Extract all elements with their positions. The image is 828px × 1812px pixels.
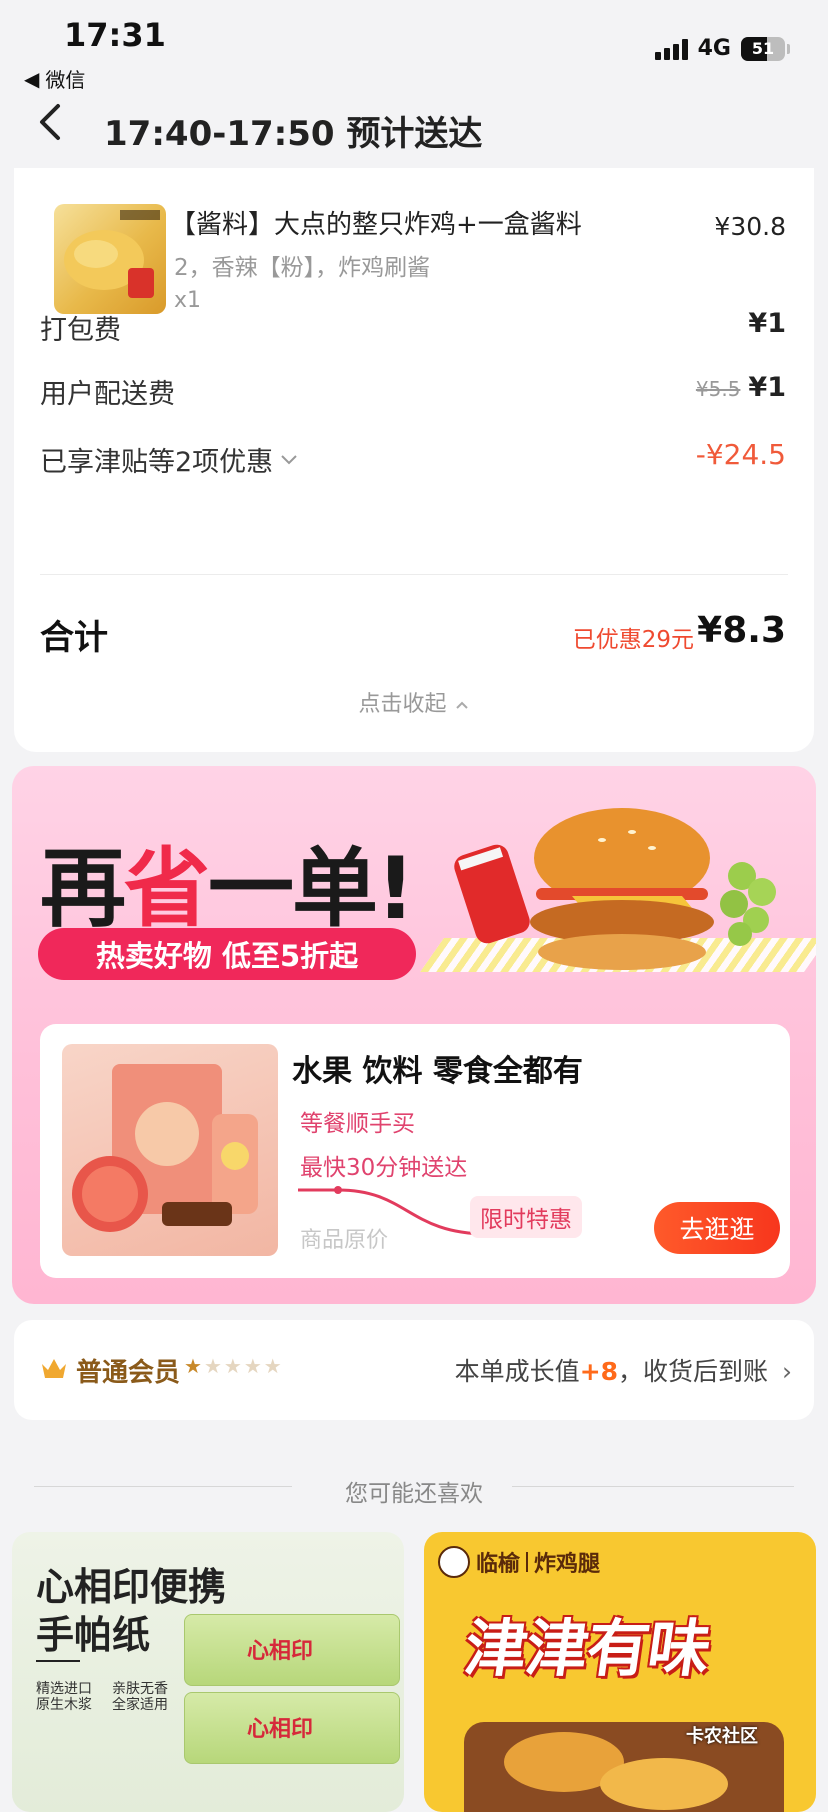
item-thumbnail[interactable] (54, 204, 166, 314)
brand-name: 临榆 (476, 1552, 521, 1577)
chevron-up-icon (455, 701, 468, 709)
delivery-actual-price: ¥1 (748, 372, 786, 403)
member-crown-icon (42, 1359, 66, 1378)
product-image[interactable] (62, 1044, 278, 1256)
brand-product: 炸鸡腿 (534, 1552, 601, 1577)
total-label: 合计 (40, 618, 108, 658)
growth-prefix: 本单成长值 (454, 1357, 580, 1386)
promo-pill: 热卖好物 低至5折起 (38, 928, 416, 980)
card-left-line1: 心相印便携 (36, 1565, 227, 1609)
back-app-label: 微信 (45, 68, 86, 92)
card-left-sub2: 原生木浆 (36, 1697, 92, 1713)
fried-chicken-illustration (464, 1722, 784, 1812)
network-label: 4G (697, 36, 731, 61)
recommend-card-tissue[interactable]: 心相印便携 手帕纸 精选进口 原生木浆 亲肤无香 全家适用 心相印 心相印 (12, 1532, 404, 1812)
star-filled-icon: ★ (184, 1354, 204, 1378)
growth-suffix: ，收货后到账 (618, 1357, 769, 1386)
chevron-right-icon: › (782, 1357, 792, 1386)
promo-title: 再省一单! (40, 818, 415, 943)
divider (40, 574, 788, 575)
brand-mascot-icon (438, 1546, 470, 1578)
tissue-brand-logo: 心相印 (247, 1639, 314, 1664)
promo-title-highlight: 省 (124, 839, 210, 939)
watermark: 卡农社区 (686, 1726, 758, 1747)
delivery-original-price: ¥5.5 (695, 377, 741, 401)
star-empty-icon: ★ (223, 1354, 244, 1378)
growth-info[interactable]: 本单成长值+8，收货后到账 › (455, 1352, 792, 1388)
order-summary-card: 【酱料】大点的整只炸鸡+一盒酱料 2，香辣【粉】，炸鸡刷酱 x1 ¥30.8 打… (14, 168, 814, 752)
collapse-label: 点击收起 (358, 692, 447, 717)
recommend-card-chicken[interactable]: 临榆 炸鸡腿 津津有味 (424, 1532, 816, 1812)
card-left-sub4: 全家适用 (112, 1697, 168, 1713)
card-left-rule (36, 1660, 80, 1662)
promo-title-part2: 一单! (208, 839, 415, 939)
collapse-button[interactable]: 点击收起 (14, 686, 814, 718)
recommend-title: 您可能还喜欢 (345, 1481, 483, 1507)
discount-label: 已享津贴等2项优惠 (40, 447, 274, 478)
growth-value: +8 (579, 1357, 619, 1386)
chevron-down-icon (281, 454, 297, 464)
promo-product-panel: 水果 饮料 零食全都有 等餐顺手买 最快30分钟送达 商品原价 限时特惠 去逛逛 (40, 1024, 790, 1278)
item-spec: 2，香辣【粉】，炸鸡刷酱 (174, 255, 431, 281)
original-price-label: 商品原价 (300, 1228, 389, 1253)
total-value: ¥8.3 (697, 610, 786, 651)
battery-tip (787, 43, 790, 54)
member-card[interactable]: 普通会员 ★★★★★ 本单成长值+8，收货后到账 › (14, 1320, 814, 1420)
burger-drink-illustration (454, 808, 776, 970)
tissue-brand-logo: 心相印 (247, 1717, 314, 1742)
promo-title-part1: 再 (40, 839, 126, 939)
go-shopping-button[interactable]: 去逛逛 (654, 1202, 780, 1254)
back-to-app-link[interactable]: ◀ 微信 (24, 64, 85, 93)
discount-toggle[interactable]: 已享津贴等2项优惠 (40, 440, 299, 479)
saved-amount: 已优惠29元 (572, 627, 694, 653)
item-name: 【酱料】大点的整只炸鸡+一盒酱料 (170, 210, 582, 240)
packing-fee-label: 打包费 (40, 315, 121, 346)
member-level: 普通会员 (76, 1358, 181, 1388)
item-price: ¥30.8 (714, 212, 786, 241)
promo-banner[interactable]: 再省一单! 热卖好物 低至5折起 水果 饮料 零食全都有 等餐顺手买 最快30分… (12, 766, 816, 1304)
delivery-fee-value: ¥5.5 ¥1 (696, 372, 786, 403)
back-arrow-icon[interactable] (36, 100, 66, 144)
tissue-pack-image: 心相印 (184, 1692, 400, 1764)
delivery-fee-label: 用户配送费 (40, 379, 175, 410)
tissue-pack-image: 心相印 (184, 1614, 400, 1686)
star-empty-icon: ★ (203, 1354, 224, 1378)
star-empty-icon: ★ (243, 1354, 264, 1378)
battery-icon: 51 (741, 36, 785, 61)
card-left-line2: 手帕纸 (36, 1613, 151, 1657)
star-empty-icon: ★ (263, 1354, 284, 1378)
member-stars: ★★★★★ (184, 1354, 284, 1378)
back-triangle-icon: ◀ (24, 66, 40, 91)
brand-divider (526, 1552, 529, 1572)
card-right-headline: 津津有味 (460, 1612, 715, 1685)
promo-line-2: 最快30分钟送达 (300, 1155, 468, 1181)
rec-divider-right (512, 1486, 794, 1487)
promo-line-1: 等餐顺手买 (300, 1111, 415, 1137)
packing-fee-value: ¥1 (748, 308, 786, 339)
signal-icon (654, 38, 688, 60)
card-right-brand: 临榆 炸鸡腿 (438, 1546, 600, 1578)
discount-value: -¥24.5 (695, 438, 786, 471)
page-title: 17:40-17:50 预计送达 (104, 114, 483, 154)
promo-inner-title: 水果 饮料 零食全都有 (292, 1054, 583, 1089)
status-indicators: 4G 51 (654, 36, 790, 61)
item-quantity: x1 (174, 288, 202, 313)
status-time: 17:31 (64, 16, 166, 54)
battery-level: 51 (751, 39, 775, 58)
limited-offer-tag: 限时特惠 (470, 1196, 582, 1238)
